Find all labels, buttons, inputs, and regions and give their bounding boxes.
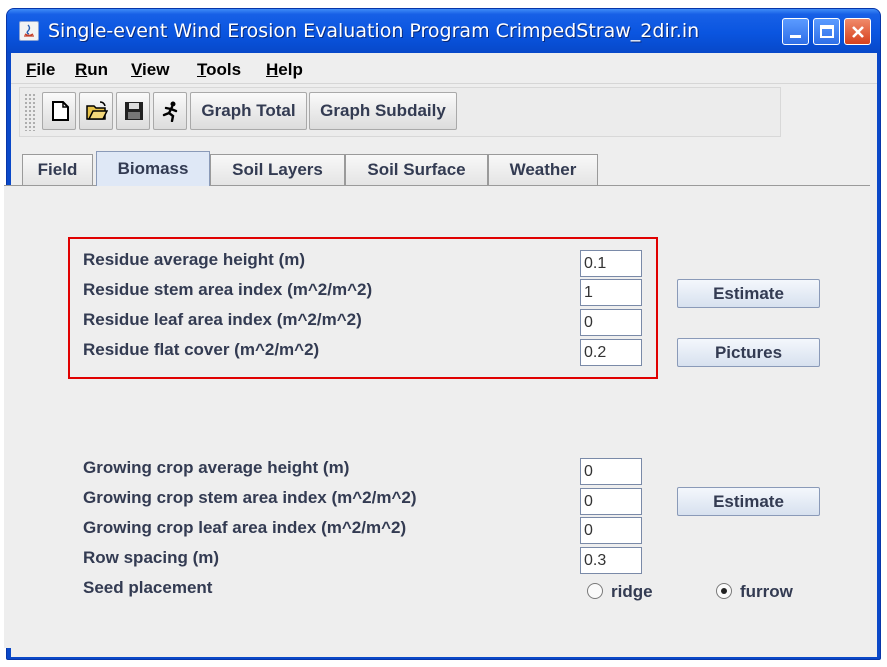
toolbar: Graph Total Graph Subdaily xyxy=(19,87,781,137)
growing-stem-label: Growing crop stem area index (m^2/m^2) xyxy=(83,488,417,507)
java-app-icon xyxy=(19,21,39,41)
residue-estimate-button[interactable]: Estimate xyxy=(677,279,820,308)
menu-separator xyxy=(11,83,877,84)
residue-leaf-field[interactable]: 0 xyxy=(580,309,642,336)
close-button[interactable] xyxy=(844,18,871,45)
maximize-button[interactable] xyxy=(813,18,840,45)
furrow-radio[interactable] xyxy=(716,583,732,599)
growing-height-field[interactable]: 0 xyxy=(580,458,642,485)
run-figure-icon xyxy=(162,101,178,122)
growing-leaf-label: Growing crop leaf area index (m^2/m^2) xyxy=(83,518,407,537)
seed-placement-label: Seed placement xyxy=(83,578,213,597)
close-icon xyxy=(852,26,864,38)
menu-help[interactable]: Help xyxy=(266,60,303,80)
residue-height-field[interactable]: 0.1 xyxy=(580,250,642,277)
new-file-icon xyxy=(52,101,69,121)
growing-stem-field[interactable]: 0 xyxy=(580,488,642,515)
tab-field[interactable]: Field xyxy=(22,154,93,185)
save-file-button[interactable] xyxy=(116,92,150,130)
toolbar-grip-handle[interactable] xyxy=(24,93,36,131)
maximize-icon xyxy=(820,25,834,38)
open-folder-icon xyxy=(86,101,108,120)
furrow-radio-label[interactable]: furrow xyxy=(740,582,793,602)
row-spacing-field[interactable]: 0.3 xyxy=(580,547,642,574)
residue-height-label: Residue average height (m) xyxy=(83,250,306,269)
run-button[interactable] xyxy=(153,92,187,130)
ridge-radio-label[interactable]: ridge xyxy=(611,582,653,602)
growing-leaf-field[interactable]: 0 xyxy=(580,517,642,544)
residue-flat-cover-field[interactable]: 0.2 xyxy=(580,339,642,366)
graph-subdaily-button[interactable]: Graph Subdaily xyxy=(309,92,457,130)
menu-bar: File Run View Tools Help xyxy=(11,53,877,83)
residue-leaf-label: Residue leaf area index (m^2/m^2) xyxy=(83,310,362,329)
residue-pictures-button[interactable]: Pictures xyxy=(677,338,820,367)
window-title: Single-event Wind Erosion Evaluation Pro… xyxy=(48,20,700,42)
minimize-button[interactable] xyxy=(782,18,809,45)
tab-soil-surface[interactable]: Soil Surface xyxy=(345,154,488,185)
residue-stem-label: Residue stem area index (m^2/m^2) xyxy=(83,280,373,299)
menu-tools[interactable]: Tools xyxy=(197,60,241,80)
growing-estimate-button[interactable]: Estimate xyxy=(677,487,820,516)
save-disk-icon xyxy=(125,102,143,120)
minimize-icon xyxy=(790,35,801,38)
growing-height-label: Growing crop average height (m) xyxy=(83,458,350,477)
tab-biomass[interactable]: Biomass xyxy=(96,151,210,186)
residue-stem-field[interactable]: 1 xyxy=(580,279,642,306)
graph-total-button[interactable]: Graph Total xyxy=(190,92,307,130)
open-file-button[interactable] xyxy=(79,92,113,130)
menu-view[interactable]: View xyxy=(131,60,169,80)
ridge-radio[interactable] xyxy=(587,583,603,599)
row-spacing-label: Row spacing (m) xyxy=(83,548,220,567)
menu-run[interactable]: Run xyxy=(75,60,108,80)
menu-file[interactable]: File xyxy=(26,60,55,80)
tab-weather[interactable]: Weather xyxy=(488,154,598,185)
title-bar[interactable]: Single-event Wind Erosion Evaluation Pro… xyxy=(7,9,880,53)
residue-flat-cover-label: Residue flat cover (m^2/m^2) xyxy=(83,340,320,359)
tab-soil-layers[interactable]: Soil Layers xyxy=(210,154,345,185)
new-file-button[interactable] xyxy=(42,92,76,130)
